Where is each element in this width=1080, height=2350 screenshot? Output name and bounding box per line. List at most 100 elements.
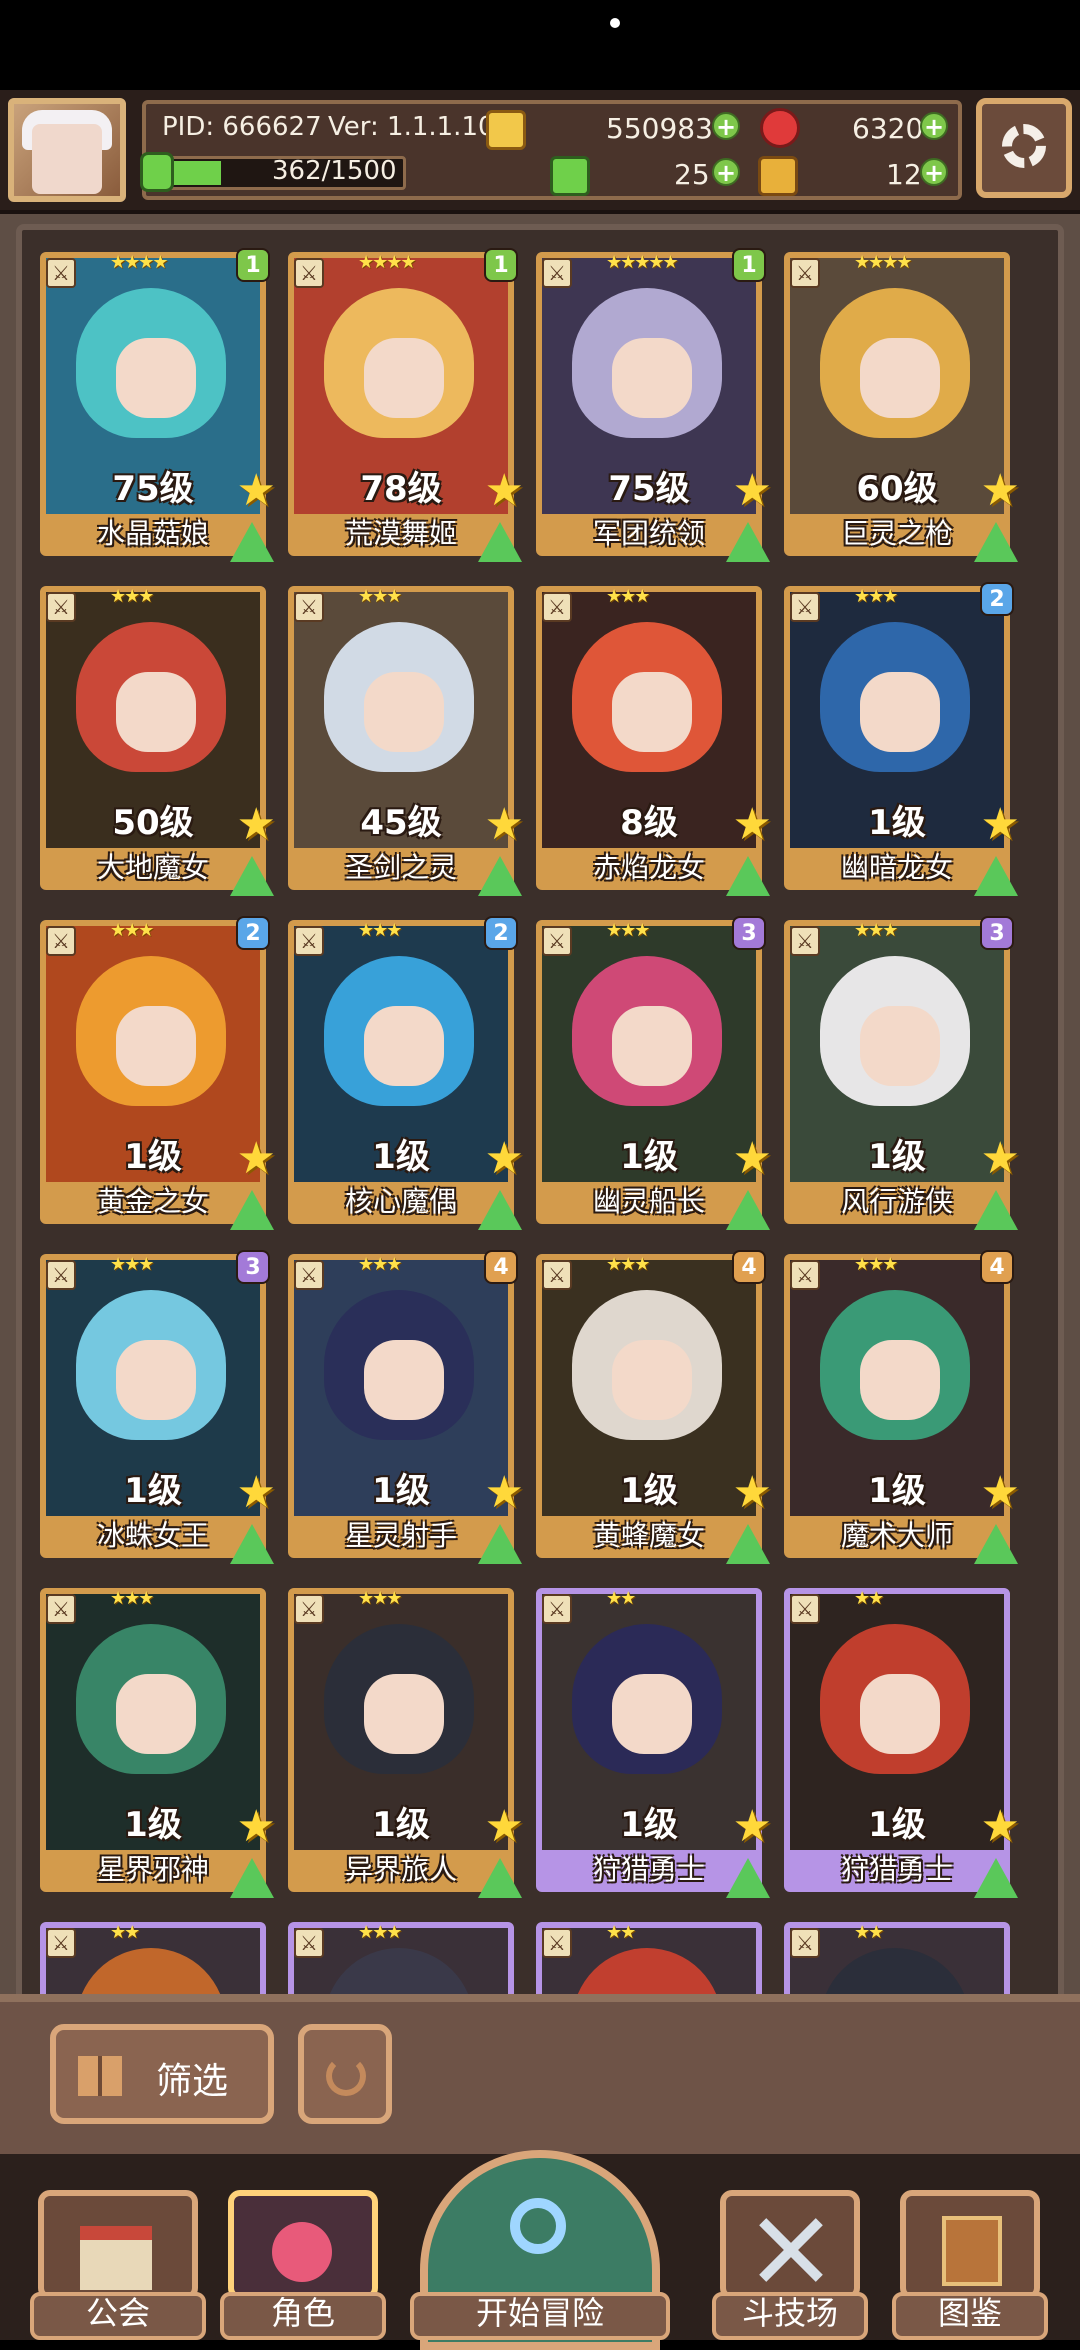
star-upgrade-icon: ★ <box>732 799 772 850</box>
character-card[interactable]: 50级 大地魔女 ⚔ ★★★ ★ <box>40 586 276 896</box>
character-card[interactable]: 1级 魔术大师 ⚔ ★★★ 4 ★ <box>784 1250 1020 1564</box>
filter-button[interactable]: 筛选 <box>50 2024 274 2124</box>
start-adventure-button[interactable]: 开始冒险 <box>410 2150 670 2350</box>
character-card[interactable]: 1级 黄蜂魔女 ⚔ ★★★ 4 ★ <box>536 1250 772 1564</box>
nav-character[interactable]: 角色 <box>220 2190 386 2340</box>
character-name: 黄蜂魔女 <box>592 1519 705 1552</box>
add-gold-button[interactable]: + <box>712 112 740 140</box>
player-avatar[interactable] <box>8 98 126 202</box>
portrait-face <box>860 1006 940 1086</box>
portrait-hair <box>76 1948 226 1994</box>
card-frame: 50级 大地魔女 <box>40 586 266 890</box>
card-frame: 1级 狩猎勇士 <box>784 1588 1010 1892</box>
nav-codex-label: 图鉴 <box>937 2294 1002 2332</box>
character-roster[interactable]: 75级 水晶菇娘 ⚔ ★★★★ 1 ★ 78级 荒漠舞姬 ⚔ ★★★★ 1 ★ 75级 军团统领 ⚔ ★★★★… <box>0 214 1080 1994</box>
green-tree-icon <box>478 1524 522 1564</box>
green-tree-icon <box>230 1858 274 1898</box>
magnifier-icon <box>510 2198 566 2254</box>
green-tree-icon <box>478 522 522 562</box>
character-card-partial[interactable]: ⚔ ★★ <box>536 1922 762 1994</box>
card-frame: 1级 狩猎勇士 <box>536 1588 762 1892</box>
green-tree-icon <box>974 1524 1018 1564</box>
green-tree-icon <box>478 1190 522 1230</box>
character-card[interactable]: 1级 幽暗龙女 ⚔ ★★★ 2 ★ <box>784 582 1020 896</box>
character-card[interactable]: 60级 巨灵之枪 ⚔ ★★★★ ★ <box>784 252 1020 562</box>
character-card[interactable]: 8级 赤焰龙女 ⚔ ★★★ ★ <box>536 586 772 896</box>
gem-amount: 6320 <box>852 112 924 145</box>
character-card-partial[interactable]: ⚔ ★★ <box>40 1922 266 1994</box>
add-keys-button[interactable]: + <box>920 158 948 186</box>
star-upgrade-icon: ★ <box>732 1467 772 1518</box>
tier-badge: 2 <box>484 916 518 950</box>
star-upgrade-icon: ★ <box>236 1133 276 1184</box>
green-tree-icon <box>726 856 770 896</box>
character-card[interactable]: 75级 军团统领 ⚔ ★★★★★ 1 ★ <box>536 248 772 562</box>
tier-badge: 4 <box>732 1250 766 1284</box>
character-card[interactable]: 75级 水晶菇娘 ⚔ ★★★★ 1 ★ <box>40 248 276 562</box>
weapon-class-icon: ⚔ <box>542 926 572 956</box>
character-portrait <box>46 1928 260 1994</box>
character-level: 50级 <box>112 803 194 843</box>
portrait-face <box>860 338 940 418</box>
key-amount: 12 <box>886 158 922 191</box>
character-level: 1级 <box>620 1471 678 1511</box>
tier-badge: 3 <box>980 916 1014 950</box>
weapon-class-icon: ⚔ <box>294 926 324 956</box>
portrait-face <box>364 1006 444 1086</box>
green-tree-icon <box>726 1524 770 1564</box>
character-level: 1级 <box>868 1805 926 1845</box>
portrait-face <box>364 1674 444 1754</box>
star-upgrade-icon: ★ <box>236 465 276 516</box>
character-card[interactable]: 1级 星界邪神 ⚔ ★★★ ★ <box>40 1588 276 1898</box>
rarity-stars: ★★ <box>606 1922 636 1943</box>
rarity-stars: ★★★★ <box>358 252 417 273</box>
character-level: 1级 <box>124 1137 182 1177</box>
exp-value: 362/1500 <box>272 156 397 186</box>
character-card[interactable]: 45级 圣剑之灵 ⚔ ★★★ ★ <box>288 586 524 896</box>
nav-guild[interactable]: 公会 <box>30 2190 206 2340</box>
character-card-partial[interactable]: ⚔ ★★ <box>784 1922 1010 1994</box>
green-tree-icon <box>974 856 1018 896</box>
character-card[interactable]: 78级 荒漠舞姬 ⚔ ★★★★ 1 ★ <box>288 248 524 562</box>
character-card[interactable]: 1级 异界旅人 ⚔ ★★★ ★ <box>288 1588 524 1898</box>
clover-icon <box>550 156 590 196</box>
add-clover-button[interactable]: + <box>712 158 740 186</box>
character-name: 幽灵船长 <box>592 1185 705 1218</box>
weapon-class-icon: ⚔ <box>790 1260 820 1290</box>
weapon-class-icon: ⚔ <box>542 592 572 622</box>
character-level: 1级 <box>620 1805 678 1845</box>
character-card[interactable]: 1级 狩猎勇士 ⚔ ★★ ★ <box>784 1588 1020 1898</box>
weapon-class-icon: ⚔ <box>294 1928 324 1958</box>
character-card-partial[interactable]: ⚔ ★★★ <box>288 1922 514 1994</box>
character-card[interactable]: 1级 星灵射手 ⚔ ★★★ 4 ★ <box>288 1250 524 1564</box>
nav-codex[interactable]: 图鉴 <box>892 2190 1048 2340</box>
character-card[interactable]: 1级 黄金之女 ⚔ ★★★ 2 ★ <box>40 916 276 1230</box>
character-name: 魔术大师 <box>840 1519 953 1552</box>
character-card[interactable]: 1级 狩猎勇士 ⚔ ★★ ★ <box>536 1588 772 1898</box>
add-gems-button[interactable]: + <box>920 112 948 140</box>
portrait-face <box>612 1674 692 1754</box>
card-frame: 1级 核心魔偶 <box>288 920 514 1224</box>
refresh-button[interactable] <box>298 2024 392 2124</box>
character-portrait <box>294 1928 508 1994</box>
clover-amount: 25 <box>674 158 710 191</box>
rarity-stars: ★★ <box>854 1588 884 1609</box>
character-level: 1级 <box>868 803 926 843</box>
character-name: 巨灵之枪 <box>840 517 953 550</box>
green-tree-icon <box>230 856 274 896</box>
portrait-face <box>612 1006 692 1086</box>
nav-arena[interactable]: 斗技场 <box>712 2190 868 2340</box>
character-card[interactable]: 1级 风行游侠 ⚔ ★★★ 3 ★ <box>784 916 1020 1230</box>
character-card[interactable]: 1级 核心魔偶 ⚔ ★★★ 2 ★ <box>288 916 524 1230</box>
green-tree-icon <box>230 1524 274 1564</box>
character-card[interactable]: 1级 幽灵船长 ⚔ ★★★ 3 ★ <box>536 916 772 1230</box>
nav-character-label: 角色 <box>270 2294 335 2332</box>
character-card[interactable]: 1级 冰蛛女王 ⚔ ★★★ 3 ★ <box>40 1250 276 1564</box>
star-upgrade-icon: ★ <box>484 799 524 850</box>
guild-house-icon <box>38 2190 198 2300</box>
gear-icon <box>1002 124 1046 168</box>
tier-badge: 1 <box>732 248 766 282</box>
weapon-class-icon: ⚔ <box>542 1594 572 1624</box>
settings-button[interactable] <box>976 98 1072 198</box>
character-name: 圣剑之灵 <box>344 851 457 884</box>
